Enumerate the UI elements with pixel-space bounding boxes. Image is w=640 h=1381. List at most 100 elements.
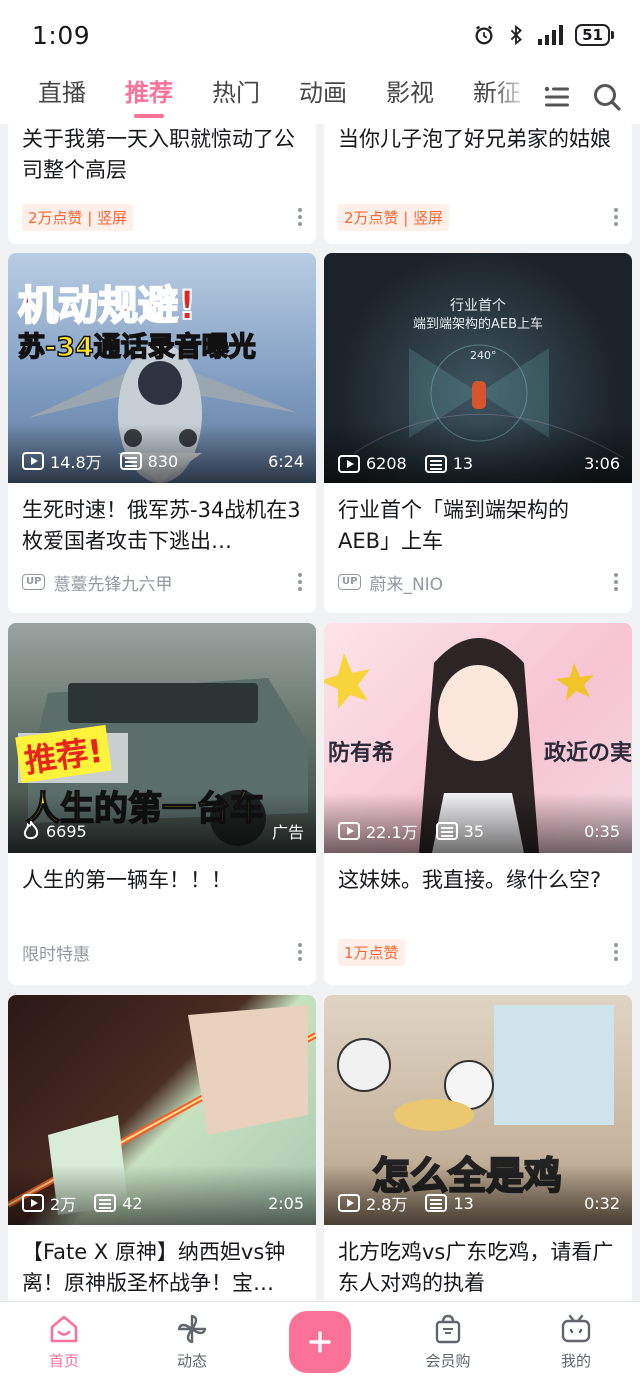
more-icon[interactable] [614,208,618,226]
danmaku-count: 830 [147,451,179,471]
cover-subheadline: 端到端架构的AEB上车 [412,317,544,332]
ad-label: 广告 [271,823,304,842]
play-count-icon [22,452,44,470]
video-meta: UP 薏薹先锋九六甲 [8,557,316,607]
uploader-name[interactable]: 蔚来_NIO [369,570,443,595]
shopping-bag-icon [435,1314,461,1344]
video-cover: 防有希 政近の実 22.1万 35 0:35 [324,623,632,853]
video-meta: 1万点赞 [324,927,632,977]
more-icon[interactable] [298,573,302,591]
nav-home[interactable]: 首页 [14,1312,114,1371]
nav-mine-label: 我的 [560,1352,591,1370]
video-title: 这妹妹。我直接。缘什么空? [338,868,602,892]
danmaku-icon [94,1194,117,1212]
tab-anime[interactable]: 动画 [299,70,347,124]
tab-hot[interactable]: 热门 [212,70,260,124]
more-icon[interactable] [614,573,618,591]
home-icon [50,1315,78,1343]
danmaku-count: 42 [122,1193,143,1213]
video-card[interactable]: 行业首个 端到端架构的AEB上车 240° 6208 13 3:06 行业首个「… [324,253,632,613]
battery-level: 51 [582,26,603,44]
category-tabs: 直播 推荐 热门 动画 影视 新征 [0,70,530,124]
danmaku-count: 13 [452,454,474,473]
tab-actions [544,70,622,124]
status-bar: 1:09 51 [0,0,640,70]
like-badge: 1万点赞 [338,938,405,966]
video-title: 生死时速！俄军苏-34战机在3枚爱国者攻击下逃出… [22,498,301,553]
video-stats: 14.8万 830 6:24 [22,449,304,473]
up-badge-icon: UP [22,574,46,590]
nav-mall[interactable]: 会员购 [398,1312,498,1371]
play-count-icon [338,454,360,473]
tv-icon [561,1314,591,1343]
danmaku-count: 13 [453,1193,474,1213]
video-card[interactable]: 怎么全是鸡 2.8万 13 0:32 北方吃鸡vs广东吃鸡，请看广东人对鸡的执着 [324,995,632,1301]
view-count: 6695 [46,821,87,841]
play-count-icon [338,822,360,840]
video-card[interactable]: 2万 42 2:05 【Fate X 原神】纳西妲vs钟离！原神版圣杯战争！宝… [8,995,316,1301]
video-cover: 2万 42 2:05 [8,995,316,1225]
video-duration: 3:06 [584,454,620,473]
video-title: 行业首个「端到端架构的AEB」上车 [338,498,569,553]
video-cover: 机动规避! 苏-34通话录音曝光 14.8万 830 6:24 [8,253,316,483]
more-icon[interactable] [298,943,302,961]
cover-headline: 机动规避! [17,282,197,330]
video-meta: UP 蔚来_NIO [324,557,632,607]
view-count: 6208 [366,454,407,473]
tab-live[interactable]: 直播 [38,70,86,124]
category-tab-bar: 直播 推荐 热门 动画 影视 新征 [0,70,640,124]
video-meta: 限时特惠 [8,927,316,977]
cover-angle-label: 240° [470,349,497,362]
video-duration: 6:24 [268,451,304,471]
cover-subheadline: 苏-34通话录音曝光 [17,331,256,364]
video-feed[interactable]: 关于我第一天入职就惊动了公司整个高层 2万点赞 | 竖屏 当你儿子泡了好兄弟家的… [0,124,640,1301]
tab-recommend[interactable]: 推荐 [125,70,173,124]
play-count-icon [338,1194,360,1212]
fire-icon [23,821,39,840]
video-stats: 2万 42 2:05 [22,1191,304,1215]
nav-publish[interactable] [270,1310,370,1373]
video-stats: 6208 13 3:06 [338,454,620,473]
tab-film[interactable]: 影视 [386,70,434,124]
danmaku-icon [424,454,447,473]
view-count: 2万 [50,1195,77,1214]
video-meta: 2万点赞 | 竖屏 [324,194,632,240]
video-cover: 怎么全是鸡 2.8万 13 0:32 [324,995,632,1225]
ad-card[interactable]: 推荐! 人生的第一台车 6695 广告 人生的第一辆车！！！ 限时特惠 [8,623,316,985]
publish-button[interactable] [289,1310,351,1373]
video-stats: 2.8万 13 0:32 [338,1191,620,1215]
video-title: 【Fate X 原神】纳西妲vs钟离！原神版圣杯战争！宝… [22,1240,286,1295]
nav-dynamic[interactable]: 动态 [142,1312,242,1371]
cover-caption-right: 政近の実 [544,740,632,766]
video-card[interactable]: 防有希 政近の実 22.1万 35 0:35 这妹妹。我直接。缘什么空? 1万点… [324,623,632,985]
video-meta: 2万点赞 | 竖屏 [8,194,316,240]
clock: 1:09 [32,20,91,50]
video-cover: 行业首个 端到端架构的AEB上车 240° 6208 13 3:06 [324,253,632,483]
danmaku-icon [119,452,142,470]
nav-home-label: 首页 [48,1352,79,1370]
status-icons: 51 [473,24,614,46]
more-icon[interactable] [614,943,618,961]
play-count-icon [22,1194,44,1212]
cover-caption-left: 防有希 [328,740,395,766]
video-card[interactable]: 机动规避! 苏-34通话录音曝光 14.8万 830 6:24 生死时速！俄军苏… [8,253,316,613]
danmaku-count: 35 [463,821,484,841]
video-title: 当你儿子泡了好兄弟家的姑娘 [338,127,611,151]
menu-icon[interactable] [544,85,570,109]
video-cover: 推荐! 人生的第一台车 6695 广告 [8,623,316,853]
battery-indicator: 51 [575,24,614,46]
more-icon[interactable] [298,208,302,226]
nav-mine[interactable]: 我的 [526,1312,626,1371]
video-card[interactable]: 当你儿子泡了好兄弟家的姑娘 2万点赞 | 竖屏 [324,124,632,244]
signal-icon [538,25,564,45]
bottom-navigation: 首页 动态 会员购 我的 [0,1301,640,1381]
video-title: 关于我第一天入职就惊动了公司整个高层 [22,127,295,182]
video-card[interactable]: 关于我第一天入职就惊动了公司整个高层 2万点赞 | 竖屏 [8,124,316,244]
uploader-name[interactable]: 薏薹先锋九六甲 [53,570,172,595]
video-duration: 0:32 [584,1193,620,1213]
view-count: 22.1万 [366,823,418,842]
like-badge: 2万点赞 | 竖屏 [22,203,134,231]
nav-mall-label: 会员购 [425,1352,471,1370]
pinwheel-icon [177,1314,207,1344]
search-icon[interactable] [592,82,622,112]
